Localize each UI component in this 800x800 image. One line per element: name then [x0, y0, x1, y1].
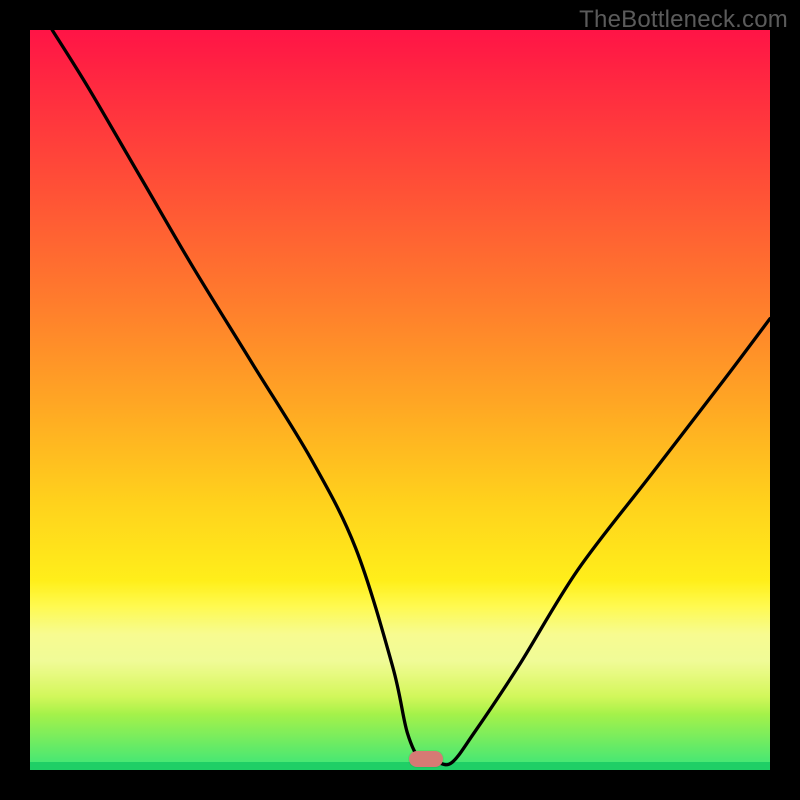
watermark-text: TheBottleneck.com: [579, 6, 788, 34]
bottleneck-marker: [409, 751, 443, 767]
plot-area: [30, 30, 770, 770]
chart-frame: TheBottleneck.com: [0, 0, 800, 800]
bottleneck-curve: [30, 30, 770, 770]
